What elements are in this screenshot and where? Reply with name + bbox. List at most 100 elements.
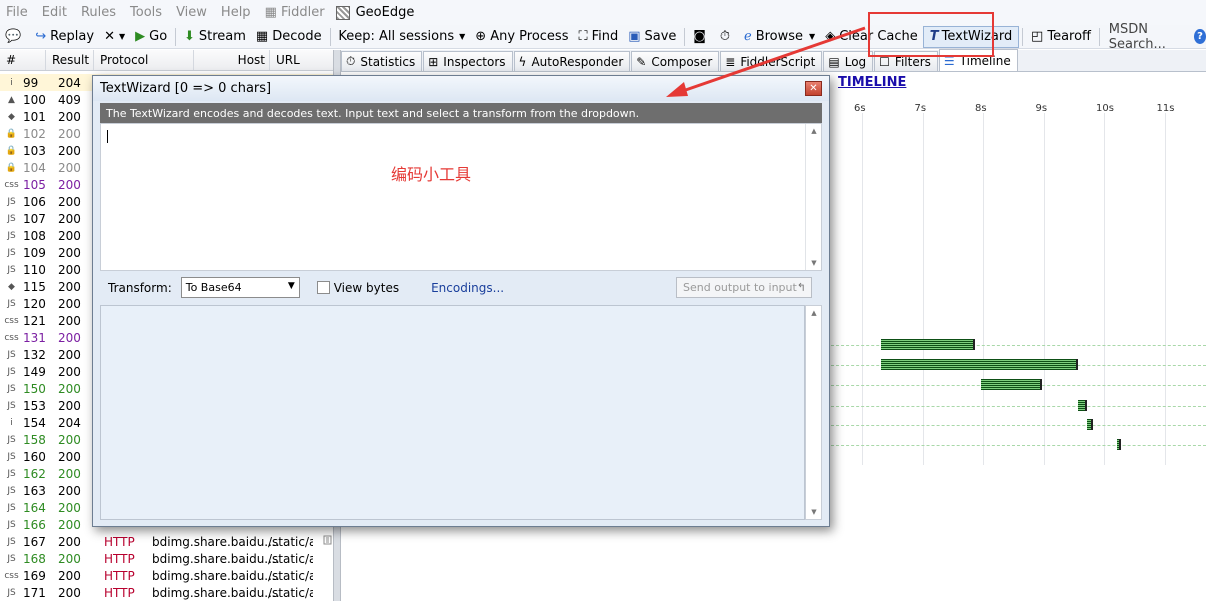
menu-bar: File Edit Rules Tools View Help ▦ Fiddle…: [0, 0, 1206, 25]
tearoff-button[interactable]: ◰ Tearoff: [1026, 26, 1096, 48]
textwizard-input-area[interactable]: 编码小工具 ▲ ▼: [100, 123, 822, 271]
edit-icon: ✎: [636, 54, 647, 69]
row-id-cell: JS 160: [0, 450, 46, 464]
menu-view[interactable]: View: [169, 5, 214, 20]
find-button[interactable]: ⛶ Find: [573, 26, 623, 48]
timeline-tick-label: 10s: [1096, 103, 1114, 114]
row-result: 200: [58, 262, 81, 277]
menu-geoedge[interactable]: GeoEdge: [335, 5, 414, 20]
col-header-id[interactable]: #: [0, 50, 46, 70]
menu-fiddler[interactable]: ▦ Fiddler: [258, 5, 332, 20]
menu-rules[interactable]: Rules: [74, 5, 123, 20]
col-header-result[interactable]: Result: [46, 50, 94, 70]
save-button[interactable]: ▣ Save: [623, 26, 681, 48]
row-id-cell: ◆ 101: [0, 110, 46, 124]
stream-label: Stream: [198, 29, 246, 44]
view-bytes-label[interactable]: View bytes: [334, 281, 399, 295]
timeline-bar[interactable]: [1086, 419, 1093, 430]
tab-statistics[interactable]: ⏱ Statistics: [341, 51, 423, 71]
row-protocol: HTTP: [104, 568, 135, 583]
row-result: 200: [58, 160, 81, 175]
session-type-icon: JS: [7, 213, 16, 224]
output-scrollbar[interactable]: ▲ ▼: [805, 305, 822, 520]
tab-autoresponder[interactable]: ϟ AutoResponder: [513, 51, 631, 71]
scroll-down-icon[interactable]: ▼: [806, 505, 822, 519]
timer-button[interactable]: ⏱: [715, 26, 739, 48]
menu-file[interactable]: File: [0, 5, 35, 20]
help-icon[interactable]: ?: [1194, 29, 1206, 44]
timeline-gridline: [983, 113, 984, 465]
view-bytes-checkbox[interactable]: [316, 281, 330, 294]
x-icon: ✕: [104, 29, 115, 44]
tab-inspectors[interactable]: ⊞ Inspectors: [423, 51, 513, 71]
table-row[interactable]: JS 167 200 HTTP bdimg.share.baidu..../static…: [0, 533, 333, 550]
toolbar: 💬 ↪ Replay ✕ ▼ ▶ Go ⬇ Stream ▦ Decode Keep: A…: [0, 22, 1206, 52]
inspect-icon: ⊞: [428, 54, 439, 69]
tab-fiddlerscript[interactable]: ≣ FiddlerScript: [720, 51, 823, 71]
keep-sessions-dropdown[interactable]: Keep: All sessions ▼: [333, 26, 470, 48]
clear-cache-button[interactable]: ◈ Clear Cache: [820, 26, 923, 48]
transform-select[interactable]: To Base64 ▼: [180, 277, 300, 298]
send-output-to-input-button[interactable]: Send output to input ↰: [676, 277, 812, 298]
scroll-up-icon[interactable]: ▲: [806, 306, 822, 320]
any-process-button[interactable]: ⊕ Any Process: [470, 26, 573, 48]
table-row[interactable]: JS 168 200 HTTP bdimg.share.baidu..../static…: [0, 550, 333, 567]
col-header-host[interactable]: Host: [194, 50, 270, 70]
menu-help[interactable]: Help: [214, 5, 258, 20]
timeline-title[interactable]: TIMELINE: [838, 75, 906, 90]
close-button[interactable]: ✕: [805, 81, 822, 96]
session-type-icon: 🔒: [5, 145, 18, 156]
row-result: 200: [58, 330, 81, 345]
row-result: 200: [58, 364, 81, 379]
browse-button[interactable]: ℯ Browse ▼: [739, 26, 820, 48]
col-header-protocol[interactable]: Protocol: [94, 50, 194, 70]
row-result: 409: [58, 92, 81, 107]
row-result: 200: [58, 585, 81, 600]
replay-button[interactable]: ↪ Replay: [30, 26, 99, 48]
row-result: 200: [58, 194, 81, 209]
session-list-scrollbar[interactable]: [321, 530, 333, 601]
timeline-bar[interactable]: [881, 359, 1078, 370]
tab-log[interactable]: ▤ Log: [823, 51, 874, 71]
textwizard-titlebar[interactable]: TextWizard [0 => 0 chars] ✕: [93, 76, 829, 101]
menu-edit[interactable]: Edit: [35, 5, 74, 20]
row-id-cell: i 99: [0, 76, 46, 90]
decode-button[interactable]: ▦ Decode: [251, 26, 327, 48]
scroll-down-icon[interactable]: ▼: [806, 256, 822, 270]
row-id: 153: [23, 398, 46, 413]
table-row[interactable]: css 169 200 HTTP bdimg.share.baidu..../stati…: [0, 567, 333, 584]
msdn-search-input[interactable]: MSDN Search...: [1103, 22, 1186, 52]
row-result: 200: [58, 534, 81, 549]
menu-tools[interactable]: Tools: [123, 5, 169, 20]
col-header-url[interactable]: URL: [270, 50, 332, 70]
input-scrollbar[interactable]: ▲ ▼: [805, 124, 821, 270]
scroll-up-icon[interactable]: ▲: [806, 124, 822, 138]
row-id-cell: JS 110: [0, 263, 46, 277]
tab-timeline[interactable]: ☰ Timeline: [938, 49, 1018, 71]
tab-composer[interactable]: ✎ Composer: [631, 51, 720, 71]
row-result: 200: [58, 177, 81, 192]
screenshot-button[interactable]: ◙: [688, 26, 715, 48]
row-id-cell: JS 153: [0, 399, 46, 413]
any-process-label: Any Process: [490, 29, 569, 44]
remove-button[interactable]: ✕ ▼: [99, 26, 130, 48]
row-url: /static/ap: [268, 585, 313, 600]
encodings-link[interactable]: Encodings...: [431, 281, 504, 295]
session-type-icon: css: [4, 315, 19, 326]
textwizard-button[interactable]: T TextWizard: [922, 25, 1020, 48]
tab-statistics-label: Statistics: [360, 54, 416, 69]
session-type-icon: css: [4, 332, 19, 343]
camera-icon: ◙: [693, 29, 706, 44]
timeline-bar[interactable]: [881, 339, 975, 350]
timeline-bar[interactable]: [981, 379, 1042, 390]
timeline-bar[interactable]: [1117, 439, 1122, 450]
go-button[interactable]: ▶ Go: [130, 26, 172, 48]
textwizard-output-area[interactable]: [100, 305, 805, 520]
tab-filters[interactable]: ☐ Filters: [874, 51, 938, 71]
table-row[interactable]: JS 171 200 HTTP bdimg.share.baidu..../static…: [0, 584, 333, 601]
timeline-bar[interactable]: [1077, 400, 1087, 411]
row-id-cell: JS 106: [0, 195, 46, 209]
row-id-cell: JS 171: [0, 586, 46, 600]
comment-button[interactable]: 💬: [0, 26, 30, 48]
stream-button[interactable]: ⬇ Stream: [179, 26, 251, 48]
